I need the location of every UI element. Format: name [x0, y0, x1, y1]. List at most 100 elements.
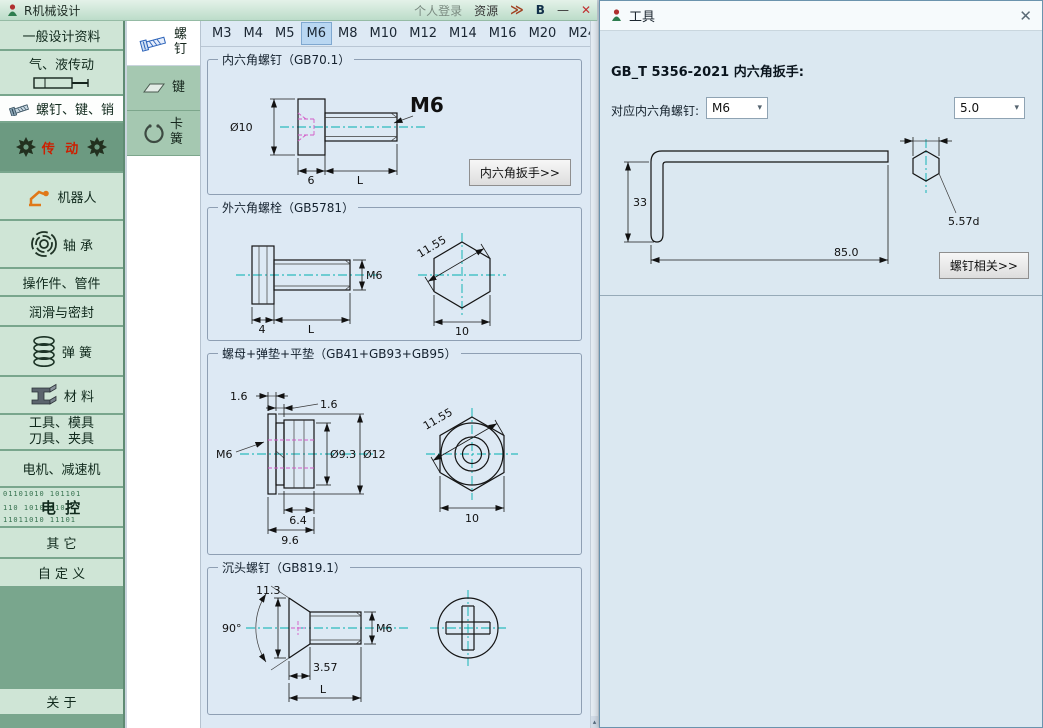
- screw-size-label: 对应内六角螺钉:: [611, 104, 700, 118]
- dim-label: 11.3: [256, 584, 281, 597]
- size-tab[interactable]: M3: [207, 23, 237, 44]
- sidebar-item-material[interactable]: 材 料: [0, 377, 123, 415]
- sidebar-item-label: 螺钉、键、销: [35, 103, 114, 118]
- dim-label: 11.55: [415, 233, 449, 260]
- tab-screw[interactable]: 螺钉: [127, 21, 200, 66]
- size-tab[interactable]: M8: [333, 23, 363, 44]
- sidebar-item-label: 传 动: [41, 141, 82, 157]
- sidebar-item-label: 自 定 义: [37, 567, 86, 582]
- minimize-button[interactable]: —: [557, 3, 569, 17]
- sidebar-item-transmission[interactable]: 传 动: [0, 123, 123, 173]
- sidebar-item-motor-reducer[interactable]: 电机、减速机: [0, 451, 123, 488]
- panel-title: 螺母+弹垫+平垫（GB41+GB93+GB95）: [218, 345, 461, 362]
- size-tab-selected[interactable]: M6: [300, 22, 332, 45]
- dim-label: L: [308, 323, 315, 336]
- sidebar-item-spring[interactable]: 弹 簧: [0, 327, 123, 377]
- panel-title: 沉头螺钉（GB819.1）: [218, 559, 350, 576]
- size-tab[interactable]: M5: [270, 23, 300, 44]
- sidebar-item-pneumatic[interactable]: 气、液传动: [0, 51, 123, 96]
- wrench-size-value: 5.0: [960, 101, 980, 115]
- size-tab[interactable]: M12: [404, 23, 442, 44]
- sidebar-item-bearing[interactable]: 轴 承: [0, 221, 123, 269]
- tab-label: 卡簧: [169, 117, 183, 147]
- panel-hex-bolt: 外六角螺栓（GB5781） M6 4 L 10 11.55: [207, 199, 582, 341]
- sidebar: 一般设计资料 气、液传动 螺钉、键、销 传 动 机器人 轴 承 操作件、管件 润…: [0, 21, 125, 728]
- tab-circlip[interactable]: 卡簧: [127, 111, 200, 156]
- sidebar-item-label: 材 料: [63, 389, 95, 405]
- panel-nut-washers: 螺母+弹垫+平垫（GB41+GB93+GB95） M6 1.6 1.6 Ø9.3…: [207, 345, 582, 555]
- sidebar-item-label: 弹 簧: [61, 345, 93, 361]
- dim-label: Ø12: [363, 448, 386, 461]
- sidebar-item-lubrication-seal[interactable]: 润滑与密封: [0, 297, 123, 327]
- sidebar-item-label: 其 它: [46, 537, 77, 552]
- screw-related-button[interactable]: 螺钉相关>>: [938, 252, 1029, 279]
- size-label: M6: [376, 622, 393, 635]
- login-link[interactable]: 个人登录: [414, 2, 462, 19]
- main-scrollbar[interactable]: ▴: [590, 21, 598, 728]
- sidebar-item-label: 电机、减速机: [22, 463, 101, 478]
- sidebar-item-controls-pipes[interactable]: 操作件、管件: [0, 269, 123, 297]
- scroll-button[interactable]: ▴: [591, 716, 598, 728]
- tool-window-title: 工具: [629, 10, 656, 25]
- sidebar-item-label: 机器人: [57, 190, 97, 206]
- dim-label: 9.6: [281, 534, 299, 547]
- dim-label: 11.55: [421, 406, 455, 433]
- sidebar-item-about[interactable]: 关 于: [0, 689, 123, 716]
- tab-label: 键: [171, 79, 185, 95]
- spring-icon: [33, 336, 55, 367]
- sidebar-item-tools-molds[interactable]: 工具、模具 刀具、夹具: [0, 415, 123, 451]
- tab-label: 螺钉: [173, 27, 187, 57]
- size-label: M6: [216, 448, 233, 461]
- dim-label: Ø10: [230, 121, 253, 134]
- tool-window-divider: [600, 295, 1042, 296]
- gear-icon: [15, 137, 36, 157]
- sidebar-item-label: 操作件、管件: [22, 276, 101, 292]
- size-label: M6: [410, 93, 444, 117]
- size-tab[interactable]: M10: [365, 23, 403, 44]
- close-button[interactable]: ✕: [581, 3, 591, 17]
- sidebar-item-other[interactable]: 其 它: [0, 528, 123, 559]
- dim-label: Ø9.3: [330, 448, 356, 461]
- key-icon: [143, 83, 165, 93]
- app-logo-icon: [8, 3, 17, 16]
- sidebar-item-label: 轴 承: [62, 238, 94, 254]
- sidebar-item-general-data[interactable]: 一般设计资料: [0, 21, 123, 51]
- app-title: R机械设计: [24, 3, 81, 18]
- bearing-icon: [31, 231, 57, 257]
- sidebar-item-custom[interactable]: 自 定 义: [0, 559, 123, 588]
- size-tab[interactable]: M14: [444, 23, 482, 44]
- chevron-down-icon: ▾: [1014, 103, 1019, 113]
- wrench-size-select[interactable]: 5.0 ▾: [954, 97, 1025, 119]
- pneumatic-cylinder-icon: [32, 77, 89, 89]
- size-tab[interactable]: M20: [524, 23, 562, 44]
- dim-label: L: [320, 683, 327, 696]
- size-tab[interactable]: M16: [484, 23, 522, 44]
- sidebar-item-fasteners[interactable]: 螺钉、键、销: [0, 96, 123, 123]
- screw-size-select[interactable]: M6 ▾: [706, 97, 768, 119]
- category-tab-column: 螺钉 键 卡簧: [127, 21, 201, 728]
- tool-close-button[interactable]: ✕: [1019, 7, 1032, 25]
- dim-label: 85.0: [834, 246, 859, 259]
- size-tab[interactable]: M4: [239, 23, 269, 44]
- dim-label: 10: [465, 512, 479, 525]
- dim-label: 3.57: [313, 661, 338, 674]
- dim-label: 90°: [222, 622, 242, 635]
- size-label: M6: [366, 269, 383, 282]
- dim-label: 33: [633, 196, 647, 209]
- tab-key[interactable]: 键: [127, 66, 200, 111]
- hex-wrench-button[interactable]: 内六角扳手>>: [468, 159, 571, 186]
- tool-heading: GB_T 5356-2021 内六角扳手:: [611, 65, 804, 80]
- tool-window: 工具 ✕ GB_T 5356-2021 内六角扳手: 对应内六角螺钉: M6 ▾…: [599, 0, 1043, 728]
- sidebar-item-label: 工具、模具: [28, 415, 94, 431]
- panel-hex-socket-screw: 内六角螺钉（GB70.1） Ø10 6 L M6 内六角扳手>>: [207, 51, 582, 195]
- bold-button[interactable]: B: [536, 3, 545, 17]
- tool-window-titlebar[interactable]: 工具 ✕: [600, 1, 1042, 31]
- dim-label: 6.4: [289, 514, 307, 527]
- chevrons-icon[interactable]: ≫: [510, 3, 524, 18]
- sidebar-item-label: 刀具、夹具: [28, 432, 94, 447]
- resources-link[interactable]: 资源: [474, 2, 498, 19]
- sidebar-item-electric-control[interactable]: 01101010 101101 110 1010 010 11011010 11…: [0, 488, 123, 528]
- panel-title: 内六角螺钉（GB70.1）: [218, 51, 355, 68]
- sidebar-item-robot[interactable]: 机器人: [0, 173, 123, 221]
- countersunk-screw-drawing: 90° 11.3 M6 3.57 L: [222, 584, 506, 702]
